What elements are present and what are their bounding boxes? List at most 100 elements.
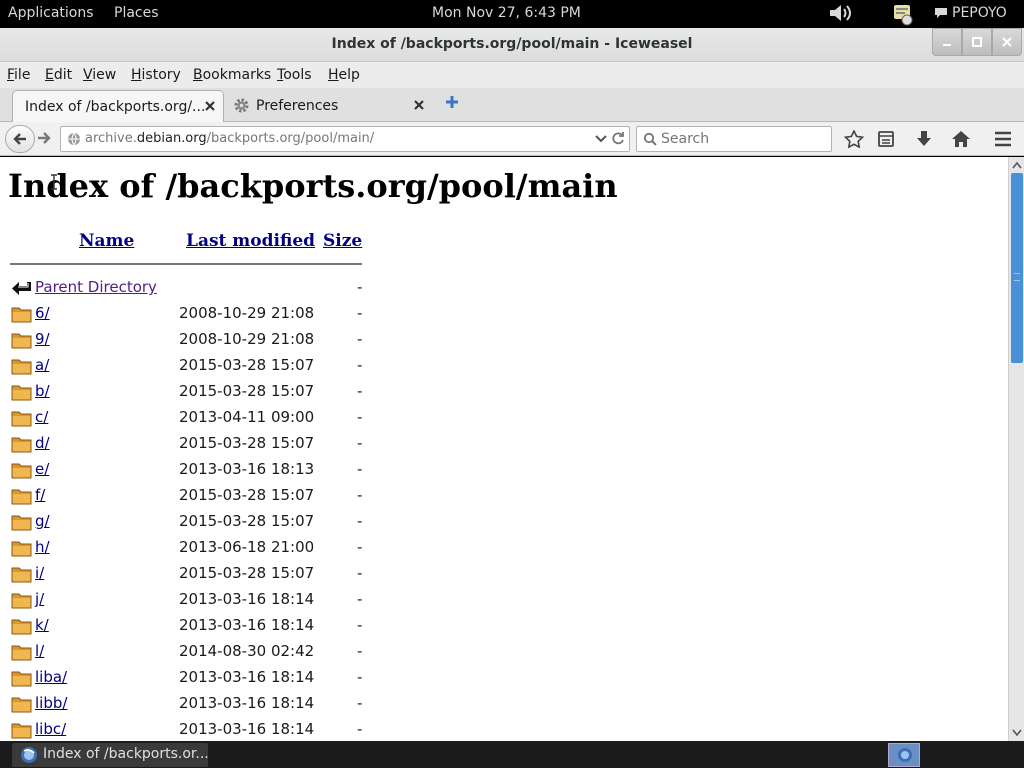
directory-link[interactable]: f/ <box>35 486 45 504</box>
tab-index[interactable]: Index of /backports.org/... <box>12 90 224 122</box>
directory-row: b/2015-03-28 15:07 - <box>0 381 380 407</box>
directory-row: k/2013-03-16 18:14 - <box>0 615 380 641</box>
column-size-header[interactable]: Size <box>323 231 362 251</box>
home-icon[interactable] <box>951 130 971 148</box>
directory-link[interactable]: i/ <box>35 564 44 582</box>
directory-link[interactable]: h/ <box>35 538 50 556</box>
menu-edit[interactable]: Edit <box>45 67 72 83</box>
last-modified: 2015-03-28 15:07 <box>179 564 315 582</box>
parent-directory-row: Parent Directory - <box>0 277 380 303</box>
reload-icon[interactable] <box>611 131 625 145</box>
address-bar[interactable]: archive.debian.org/backports.org/pool/ma… <box>60 126 630 152</box>
directory-row: g/2015-03-28 15:07 - <box>0 511 380 537</box>
last-modified: 2013-06-18 21:00 <box>179 538 315 556</box>
last-modified: 2015-03-28 15:07 <box>179 356 315 374</box>
directory-link[interactable]: j/ <box>35 590 44 608</box>
bookmark-star-icon[interactable] <box>844 130 864 148</box>
last-modified: 2013-04-11 09:00 <box>179 408 315 426</box>
directory-row: libc/2013-03-16 18:14 - <box>0 719 380 741</box>
last-modified: 2008-10-29 21:08 <box>179 304 315 322</box>
new-tab-icon[interactable] <box>444 94 460 110</box>
directory-row: libb/2013-03-16 18:14 - <box>0 693 380 719</box>
page-content: Index of /backports.org/pool/main Name L… <box>0 157 1008 741</box>
minimize-button[interactable] <box>932 28 962 56</box>
last-modified: 2013-03-16 18:14 <box>179 694 315 712</box>
file-size: - <box>357 642 363 660</box>
menu-history[interactable]: History <box>131 67 181 83</box>
file-size: - <box>357 304 363 322</box>
directory-link[interactable]: a/ <box>35 356 49 374</box>
folder-icon <box>11 645 32 661</box>
file-size: - <box>357 486 363 504</box>
scrollbar-thumb[interactable] <box>1011 173 1023 363</box>
notification-icon[interactable] <box>892 2 914 26</box>
taskbar-window-button[interactable]: Index of /backports.or... <box>12 743 209 767</box>
bookmarks-menu-icon[interactable] <box>876 130 896 148</box>
directory-link[interactable]: libb/ <box>35 694 67 712</box>
parent-directory-link[interactable]: Parent Directory <box>35 278 157 296</box>
directory-link[interactable]: libc/ <box>35 720 66 738</box>
last-modified: 2013-03-16 18:13 <box>179 460 315 478</box>
directory-link[interactable]: d/ <box>35 434 50 452</box>
folder-icon <box>11 411 32 427</box>
tab-preferences[interactable]: Preferences <box>226 90 436 122</box>
column-name-header[interactable]: Name <box>79 231 134 251</box>
search-input[interactable] <box>661 130 821 148</box>
url-text: archive.debian.org/backports.org/pool/ma… <box>85 131 375 146</box>
scroll-down-icon[interactable] <box>1012 729 1022 737</box>
file-size: - <box>357 512 363 530</box>
vertical-scrollbar[interactable] <box>1008 157 1024 741</box>
file-size: - <box>357 408 363 426</box>
folder-icon <box>11 385 32 401</box>
search-bar[interactable] <box>636 126 832 152</box>
menu-help[interactable]: Help <box>328 67 360 83</box>
places-menu[interactable]: Places <box>114 5 159 21</box>
file-size: - <box>357 382 363 400</box>
search-icon <box>643 132 657 146</box>
directory-row: liba/2013-03-16 18:14 - <box>0 667 380 693</box>
download-icon[interactable] <box>914 130 934 148</box>
directory-row: f/2015-03-28 15:07 - <box>0 485 380 511</box>
menu-file[interactable]: File <box>7 67 30 83</box>
applications-menu[interactable]: Applications <box>8 5 94 21</box>
last-modified: 2008-10-29 21:08 <box>179 330 315 348</box>
forward-button[interactable] <box>36 130 58 150</box>
directory-link[interactable]: e/ <box>35 460 49 478</box>
close-tab-icon[interactable] <box>203 99 217 113</box>
menu-tools[interactable]: Tools <box>277 67 312 83</box>
directory-link[interactable]: 6/ <box>35 304 50 322</box>
window-titlebar[interactable]: Index of /backports.org/pool/main - Icew… <box>0 28 1024 62</box>
back-button[interactable] <box>5 125 35 153</box>
close-tab-icon[interactable] <box>412 98 426 112</box>
menu-bookmarks[interactable]: Bookmarks <box>193 67 271 83</box>
directory-link[interactable]: k/ <box>35 616 49 634</box>
folder-icon <box>11 515 32 531</box>
menu-view[interactable]: View <box>83 67 116 83</box>
close-window-button[interactable] <box>992 28 1022 56</box>
clock[interactable]: Mon Nov 27, 6:43 PM <box>432 5 581 21</box>
page-heading: Index of /backports.org/pool/main <box>8 167 618 205</box>
file-size: - <box>357 616 363 634</box>
minimize-icon <box>943 44 951 46</box>
directory-link[interactable]: liba/ <box>35 668 67 686</box>
user-menu[interactable]: PEPOYO <box>934 5 1007 21</box>
file-size: - <box>357 460 363 478</box>
volume-icon[interactable] <box>828 2 854 24</box>
maximize-button[interactable] <box>962 28 992 56</box>
directory-link[interactable]: g/ <box>35 512 50 530</box>
folder-icon <box>11 671 32 687</box>
scroll-up-icon[interactable] <box>1012 161 1022 169</box>
column-modified-header[interactable]: Last modified <box>186 231 315 251</box>
directory-link[interactable]: l/ <box>35 642 44 660</box>
tab-label: Index of /backports.org/... <box>25 99 206 115</box>
folder-icon <box>11 619 32 635</box>
hamburger-menu-icon[interactable] <box>993 130 1013 148</box>
workspace-switcher[interactable] <box>888 743 920 767</box>
directory-row: 9/2008-10-29 21:08 - <box>0 329 380 355</box>
chevron-down-icon[interactable] <box>595 134 607 144</box>
last-modified: 2013-03-16 18:14 <box>179 720 315 738</box>
directory-link[interactable]: 9/ <box>35 330 50 348</box>
directory-link[interactable]: c/ <box>35 408 48 426</box>
directory-link[interactable]: b/ <box>35 382 50 400</box>
directory-row: j/2013-03-16 18:14 - <box>0 589 380 615</box>
